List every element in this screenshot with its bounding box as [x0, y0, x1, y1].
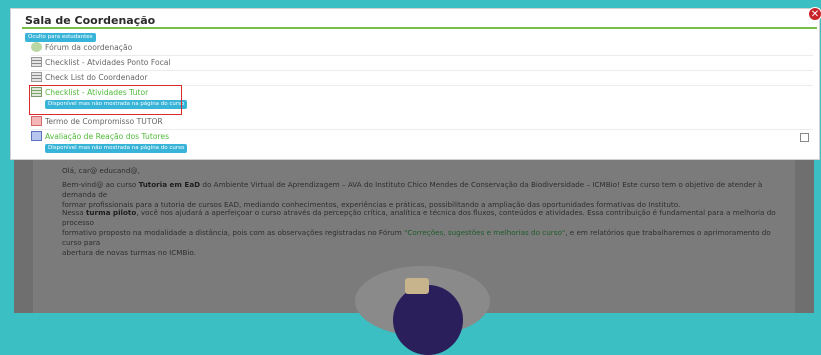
activity-item-forum[interactable]: Fórum da coordenação: [31, 42, 813, 56]
forum-icon: [31, 42, 42, 52]
available-not-shown-badge: Disponível mas não mostrada na página do…: [45, 144, 188, 153]
forum-link[interactable]: "Correções, sugestões e melhorias do cur…: [404, 228, 565, 237]
coordination-room-modal: Sala de Coordenação Oculto para estudant…: [10, 8, 820, 160]
completion-checkbox[interactable]: [800, 133, 809, 142]
checklist-icon: [31, 57, 42, 67]
activity-label[interactable]: Avaliação de Reação dos Tutores: [45, 131, 169, 142]
close-icon[interactable]: ✕: [808, 7, 821, 21]
intro-paragraph: Bem-vind@ ao curso Tutoria em EaD do Amb…: [62, 180, 763, 209]
modal-title: Sala de Coordenação: [25, 14, 156, 27]
document-icon: [31, 116, 42, 126]
activity-item-checklist-focal[interactable]: Checklist - Atvidades Ponto Focal: [31, 57, 813, 71]
activity-item-commitment-term[interactable]: Termo de Compromisso TUTOR: [31, 116, 813, 130]
activity-label[interactable]: Fórum da coordenação: [45, 42, 132, 53]
activity-item-tutor-evaluation[interactable]: Avaliação de Reação dos Tutores Disponív…: [31, 131, 813, 157]
highlight-box: [29, 85, 182, 115]
illustration-globe: [393, 285, 463, 355]
illustration-book: [405, 278, 429, 294]
evaluation-icon: [31, 131, 42, 141]
title-divider: [22, 27, 817, 29]
activity-item-checklist-coordinator[interactable]: Check List do Coordenador: [31, 72, 813, 86]
greeting-text: Olá, car@ educand@,: [62, 166, 140, 175]
activity-label[interactable]: Termo de Compromisso TUTOR: [45, 116, 163, 127]
activity-label[interactable]: Check List do Coordenador: [45, 72, 147, 83]
activity-label[interactable]: Checklist - Atvidades Ponto Focal: [45, 57, 171, 68]
hidden-from-students-badge: Oculto para estudantes: [25, 33, 96, 42]
checklist-icon: [31, 72, 42, 82]
pilot-paragraph: Nessa turma piloto, você nos ajudará a a…: [62, 208, 776, 257]
